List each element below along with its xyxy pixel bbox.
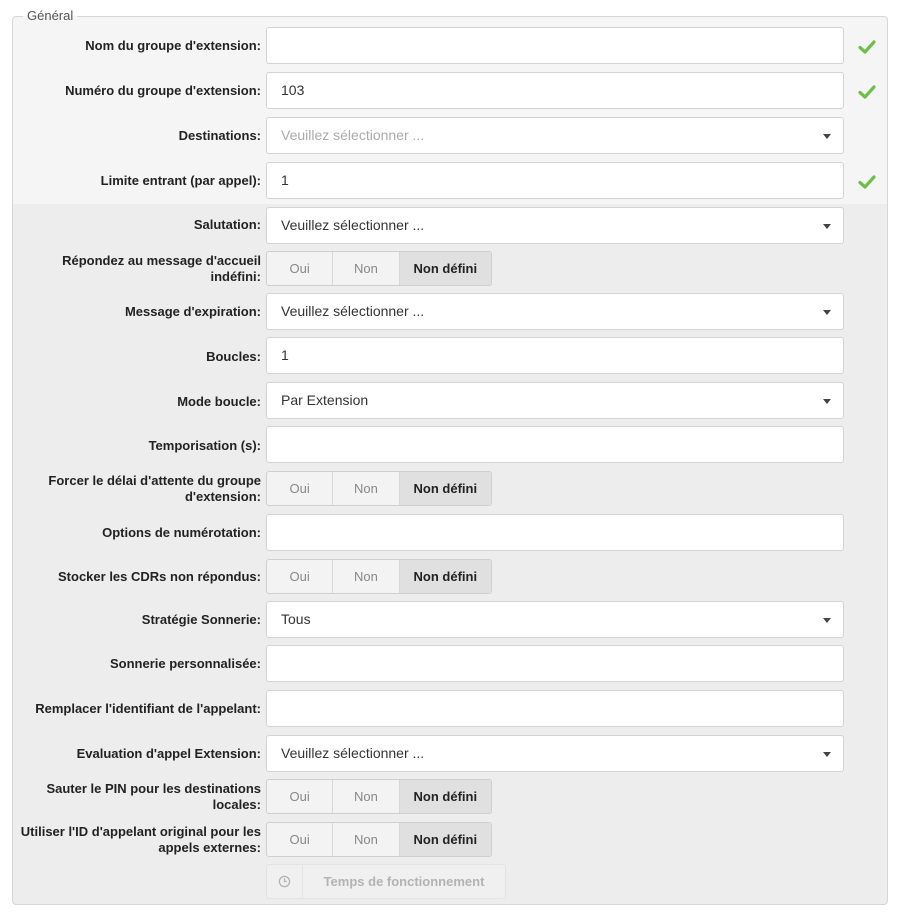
toggle-undefined[interactable]: Non défini xyxy=(399,472,491,505)
store-cdrs-toggle[interactable]: Oui Non Non défini xyxy=(266,559,492,594)
check-icon xyxy=(858,85,876,99)
fieldset-legend: Général xyxy=(23,8,78,24)
uptime-button[interactable]: Temps de fonctionnement xyxy=(266,864,506,899)
check-icon xyxy=(858,40,876,54)
force-timeout-toggle[interactable]: Oui Non Non défini xyxy=(266,471,492,506)
label-incoming-limit: Limite entrant (par appel): xyxy=(100,173,261,188)
label-dial-options: Options de numérotation: xyxy=(102,525,261,540)
expire-message-select[interactable]: Veuillez sélectionner ... xyxy=(266,293,844,330)
toggle-no[interactable]: Non xyxy=(333,252,400,285)
name-input[interactable] xyxy=(266,27,844,64)
toggle-no[interactable]: Non xyxy=(333,780,400,813)
toggle-undefined[interactable]: Non défini xyxy=(399,823,491,856)
check-icon xyxy=(858,175,876,189)
toggle-no[interactable]: Non xyxy=(333,560,400,593)
destinations-select[interactable]: Veuillez sélectionner ... xyxy=(266,117,844,154)
toggle-yes[interactable]: Oui xyxy=(267,252,334,285)
chevron-down-icon xyxy=(823,224,831,229)
uptime-label: Temps de fonctionnement xyxy=(323,874,485,889)
label-call-rating: Evaluation d'appel Extension: xyxy=(76,746,261,761)
ring-strategy-value: Tous xyxy=(281,611,311,627)
toggle-yes[interactable]: Oui xyxy=(267,472,334,505)
loop-mode-value: Par Extension xyxy=(281,392,369,408)
dial-options-input[interactable] xyxy=(266,514,844,551)
skip-pin-toggle[interactable]: Oui Non Non défini xyxy=(266,779,492,814)
label-name: Nom du groupe d'extension: xyxy=(85,38,261,53)
caller-id-input[interactable] xyxy=(266,690,844,727)
chevron-down-icon xyxy=(823,134,831,139)
chevron-down-icon xyxy=(823,752,831,757)
call-rating-value: Veuillez sélectionner ... xyxy=(281,745,425,761)
chevron-down-icon xyxy=(823,399,831,404)
greeting-value: Veuillez sélectionner ... xyxy=(281,217,425,233)
toggle-undefined[interactable]: Non défini xyxy=(399,560,491,593)
toggle-yes[interactable]: Oui xyxy=(267,823,334,856)
label-loop-mode: Mode boucle: xyxy=(177,394,261,409)
loops-input[interactable]: 1 xyxy=(266,337,844,374)
label-skip-pin: Sauter le PIN pour les destinations loca… xyxy=(46,781,261,812)
label-loops: Boucles: xyxy=(206,349,261,364)
chevron-down-icon xyxy=(823,310,831,315)
custom-ring-input[interactable] xyxy=(266,645,844,682)
label-timeout: Temporisation (s): xyxy=(148,438,261,453)
toggle-yes[interactable]: Oui xyxy=(267,560,334,593)
label-greeting: Salutation: xyxy=(193,217,261,232)
label-caller-id: Remplacer l'identifiant de l'appelant: xyxy=(35,701,261,716)
chevron-down-icon xyxy=(823,618,831,623)
label-number: Numéro du groupe d'extension: xyxy=(65,83,261,98)
call-rating-select[interactable]: Veuillez sélectionner ... xyxy=(266,735,844,772)
toggle-undefined[interactable]: Non défini xyxy=(399,780,491,813)
label-force-timeout: Forcer le délai d'attente du groupe d'ex… xyxy=(48,473,261,504)
label-ring-strategy: Stratégie Sonnerie: xyxy=(141,612,261,627)
label-answer-greeting: Répondez au message d'accueil indéfini: xyxy=(62,253,261,284)
clock-icon xyxy=(267,865,303,898)
label-expire-message: Message d'expiration: xyxy=(124,304,261,319)
loop-mode-select[interactable]: Par Extension xyxy=(266,382,844,419)
destinations-placeholder: Veuillez sélectionner ... xyxy=(281,127,425,143)
general-fieldset: Général Nom du groupe d'extension: Numér… xyxy=(12,8,888,905)
ring-strategy-select[interactable]: Tous xyxy=(266,601,844,638)
toggle-no[interactable]: Non xyxy=(333,823,400,856)
toggle-yes[interactable]: Oui xyxy=(267,780,334,813)
incoming-limit-input[interactable]: 1 xyxy=(266,162,844,199)
answer-greeting-toggle[interactable]: Oui Non Non défini xyxy=(266,251,492,286)
expire-message-value: Veuillez sélectionner ... xyxy=(281,303,425,319)
toggle-undefined[interactable]: Non défini xyxy=(399,252,491,285)
number-input[interactable]: 103 xyxy=(266,72,844,109)
toggle-no[interactable]: Non xyxy=(333,472,400,505)
label-store-cdrs: Stocker les CDRs non répondus: xyxy=(58,569,261,584)
timeout-input[interactable] xyxy=(266,426,844,463)
greeting-select[interactable]: Veuillez sélectionner ... xyxy=(266,207,844,244)
label-destinations: Destinations: xyxy=(178,128,261,143)
label-orig-callerid: Utiliser l'ID d'appelant original pour l… xyxy=(20,824,261,855)
label-custom-ring: Sonnerie personnalisée: xyxy=(110,656,261,671)
orig-callerid-toggle[interactable]: Oui Non Non défini xyxy=(266,822,492,857)
